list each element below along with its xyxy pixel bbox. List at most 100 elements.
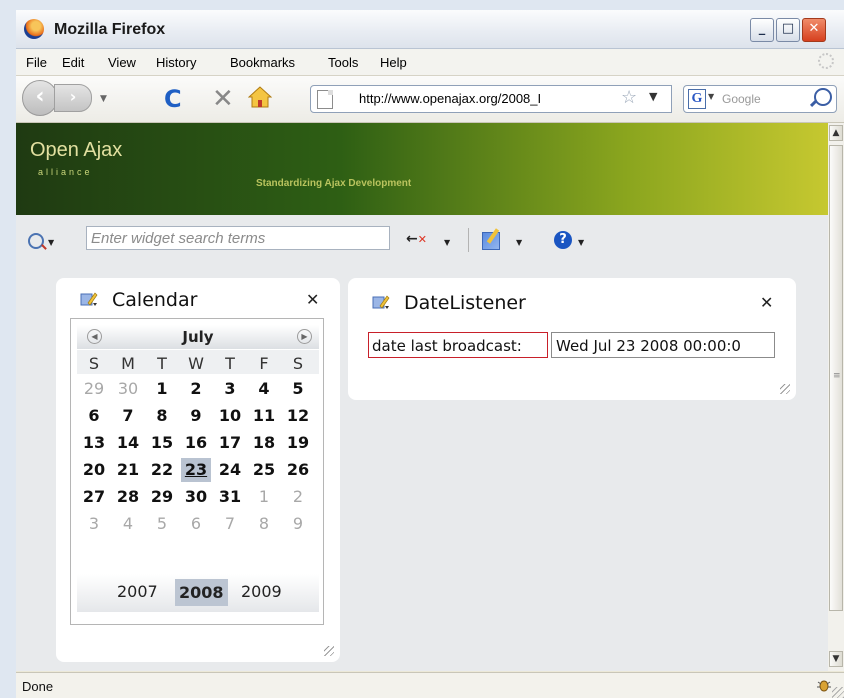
calendar-day[interactable]: 7 — [113, 404, 143, 428]
datelistener-resize-grip[interactable] — [780, 384, 790, 394]
calendar-day[interactable]: 14 — [113, 431, 143, 455]
calendar-day[interactable]: 20 — [79, 458, 109, 482]
calendar-title: Calendar — [112, 289, 198, 311]
year-2008-selected[interactable]: 2008 — [175, 579, 228, 606]
window-resize-grip[interactable] — [832, 687, 844, 698]
forward-button[interactable]: › — [54, 84, 92, 112]
calendar-resize-grip[interactable] — [324, 646, 334, 656]
calendar-day[interactable]: 6 — [181, 512, 211, 536]
calendar-day[interactable]: 17 — [215, 431, 245, 455]
scroll-down-button[interactable]: ▼ — [829, 651, 843, 667]
widget-search-dropdown-icon[interactable]: ▼ — [48, 238, 54, 247]
widget-search-icon[interactable] — [28, 233, 44, 249]
widget-toolbar: ▼ Enter widget search terms ←✕ ▼ ▼ ? ▼ — [16, 226, 828, 262]
widget-edit-icon[interactable] — [372, 294, 390, 310]
widget-search-input[interactable]: Enter widget search terms — [86, 226, 390, 250]
calendar-day[interactable]: 9 — [283, 512, 313, 536]
calendar-day[interactable]: 4 — [249, 377, 279, 401]
weekday-header: F — [259, 354, 269, 373]
search-box[interactable]: G ▼ Google — [683, 85, 837, 113]
menu-edit[interactable]: Edit — [62, 55, 84, 70]
next-month-button[interactable]: ▶ — [297, 329, 312, 344]
vertical-scrollbar[interactable]: ▲ ▼ — [828, 123, 844, 671]
menu-tools[interactable]: Tools — [328, 55, 358, 70]
calendar-day[interactable]: 12 — [283, 404, 313, 428]
calendar-day[interactable]: 5 — [147, 512, 177, 536]
menu-file[interactable]: File — [26, 55, 47, 70]
calendar-day[interactable]: 13 — [79, 431, 109, 455]
year-2009[interactable]: 2009 — [241, 582, 282, 601]
calendar-day[interactable]: 29 — [147, 485, 177, 509]
reload-icon[interactable]: C — [164, 85, 182, 113]
calendar-day[interactable]: 10 — [215, 404, 245, 428]
calendar-day[interactable]: 25 — [249, 458, 279, 482]
calendar-day[interactable]: 21 — [113, 458, 143, 482]
url-dropdown-icon[interactable]: ▼ — [649, 90, 657, 103]
calendar-day[interactable]: 31 — [215, 485, 245, 509]
calendar-day[interactable]: 1 — [147, 377, 177, 401]
minimize-button[interactable]: _ — [750, 18, 774, 42]
url-bar[interactable]: http://www.openajax.org/2008_I ☆ ▼ — [310, 85, 672, 113]
datelistener-close-button[interactable]: ✕ — [760, 293, 773, 312]
calendar-day[interactable]: 22 — [147, 458, 177, 482]
throbber-icon — [818, 53, 834, 69]
search-icon[interactable] — [814, 88, 832, 106]
maximize-button[interactable]: □ — [776, 18, 800, 42]
calendar-day[interactable]: 18 — [249, 431, 279, 455]
calendar-day[interactable]: 16 — [181, 431, 211, 455]
calendar-day[interactable]: 19 — [283, 431, 313, 455]
close-window-button[interactable]: ✕ — [802, 18, 826, 42]
calendar-day[interactable]: 2 — [181, 377, 211, 401]
calendar-day[interactable]: 7 — [215, 512, 245, 536]
scroll-up-button[interactable]: ▲ — [829, 125, 843, 141]
widget-edit-icon[interactable] — [80, 291, 98, 307]
home-icon[interactable] — [248, 86, 272, 108]
google-engine-icon[interactable]: G — [688, 89, 706, 109]
calendar-close-button[interactable]: ✕ — [306, 290, 319, 309]
calendar-day[interactable]: 9 — [181, 404, 211, 428]
calendar-day[interactable]: 3 — [79, 512, 109, 536]
calendar-day[interactable]: 24 — [215, 458, 245, 482]
calendar-day[interactable]: 5 — [283, 377, 313, 401]
search-placeholder[interactable]: Google — [722, 92, 761, 106]
calendar-day[interactable]: 30 — [181, 485, 211, 509]
menu-help[interactable]: Help — [380, 55, 407, 70]
firebug-icon[interactable] — [816, 677, 832, 693]
disconnect-dropdown-icon[interactable]: ▼ — [444, 238, 450, 247]
back-button[interactable]: ‹ — [22, 80, 58, 116]
navigation-toolbar: ‹ › ▼ C ✕ http://www.openajax.org/2008_I… — [16, 76, 844, 123]
calendar-day[interactable]: 29 — [79, 377, 109, 401]
help-dropdown-icon[interactable]: ▼ — [578, 238, 584, 247]
date-broadcast-value[interactable]: Wed Jul 23 2008 00:00:0 — [551, 332, 775, 358]
bookmark-star-icon[interactable]: ☆ — [621, 87, 637, 108]
page-icon — [317, 90, 333, 109]
edit-dropdown-icon[interactable]: ▼ — [516, 238, 522, 247]
calendar-day-selected[interactable]: 23 — [181, 458, 211, 482]
menu-view[interactable]: View — [108, 55, 136, 70]
calendar-day[interactable]: 2 — [283, 485, 313, 509]
calendar-day[interactable]: 8 — [249, 512, 279, 536]
calendar-day[interactable]: 4 — [113, 512, 143, 536]
calendar-day[interactable]: 1 — [249, 485, 279, 509]
calendar-day[interactable]: 26 — [283, 458, 313, 482]
disconnect-tool-icon[interactable]: ←✕ — [406, 231, 427, 247]
calendar-day[interactable]: 3 — [215, 377, 245, 401]
stop-icon[interactable]: ✕ — [212, 84, 234, 114]
year-2007[interactable]: 2007 — [117, 582, 158, 601]
calendar-day[interactable]: 8 — [147, 404, 177, 428]
url-text[interactable]: http://www.openajax.org/2008_I — [359, 91, 617, 106]
calendar-day[interactable]: 30 — [113, 377, 143, 401]
calendar-day[interactable]: 28 — [113, 485, 143, 509]
menu-history[interactable]: History — [156, 55, 196, 70]
scroll-thumb[interactable] — [829, 145, 843, 611]
title-bar: Mozilla Firefox _ □ ✕ — [16, 10, 844, 49]
calendar-day[interactable]: 27 — [79, 485, 109, 509]
help-icon[interactable]: ? — [554, 231, 572, 249]
engine-dropdown-icon[interactable]: ▼ — [708, 92, 714, 101]
history-dropdown-icon[interactable]: ▼ — [100, 94, 107, 104]
calendar-day[interactable]: 6 — [79, 404, 109, 428]
edit-tool-icon[interactable] — [482, 232, 500, 250]
calendar-day[interactable]: 11 — [249, 404, 279, 428]
menu-bookmarks[interactable]: Bookmarks — [230, 55, 295, 70]
calendar-day[interactable]: 15 — [147, 431, 177, 455]
